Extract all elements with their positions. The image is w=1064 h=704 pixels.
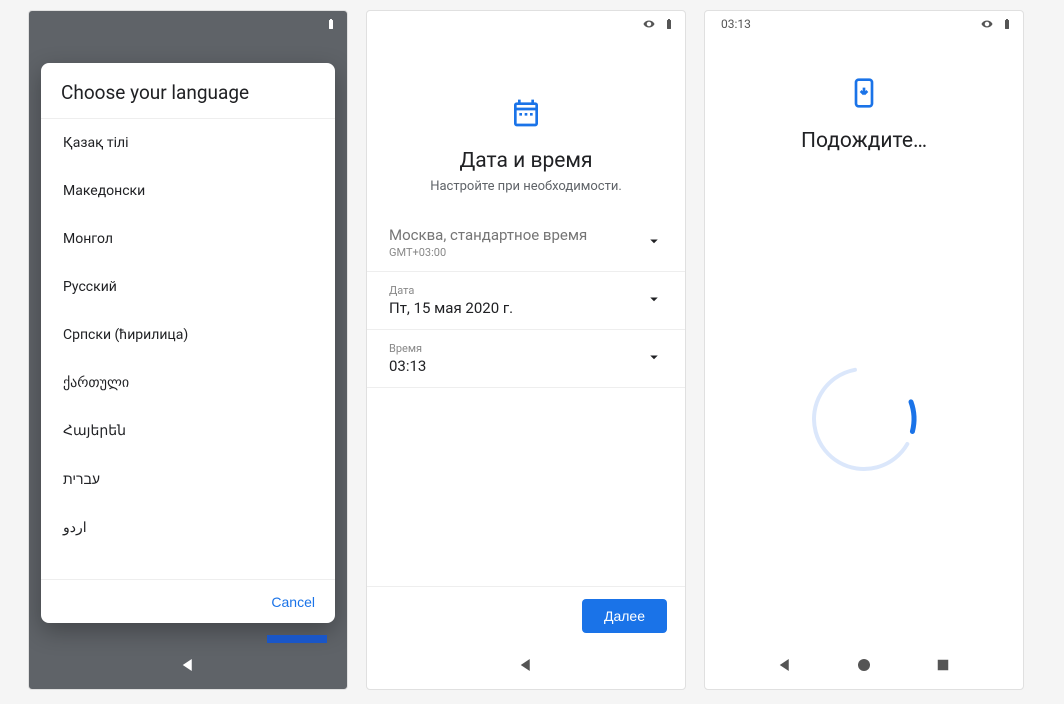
language-item[interactable]: Հայերեն (41, 407, 335, 455)
timezone-row[interactable]: Москва, стандартное время GMT+03:00 (367, 214, 685, 272)
back-icon[interactable] (776, 656, 794, 678)
cancel-button[interactable]: Cancel (271, 594, 315, 610)
time-label: Время (389, 342, 426, 355)
language-item[interactable]: Қазақ тілі (41, 119, 335, 167)
language-item[interactable]: Македонски (41, 167, 335, 215)
footer-bar: Далее (367, 586, 685, 645)
eye-icon (643, 15, 655, 34)
chevron-down-icon (645, 290, 663, 312)
page-title: Подождите… (725, 129, 1003, 153)
next-button[interactable]: Далее (582, 599, 667, 633)
heading-block: Дата и время Настройте при необходимости… (367, 37, 685, 204)
heading-block: Подождите… (705, 37, 1023, 169)
download-icon (725, 37, 1003, 129)
statusbar (367, 11, 685, 37)
modal-footer: Cancel (41, 579, 335, 623)
language-item[interactable]: ქართული (41, 359, 335, 407)
page-subtitle: Настройте при необходимости. (387, 179, 665, 194)
language-item[interactable]: Монгол (41, 215, 335, 263)
back-icon[interactable] (179, 656, 197, 678)
timezone-value: Москва, стандартное время (389, 226, 587, 244)
screen-language-chooser: Choose your language Қазақ тілі Македонс… (28, 10, 348, 690)
date-value: Пт, 15 мая 2020 г. (389, 299, 513, 317)
chevron-down-icon (645, 348, 663, 370)
navbar (705, 645, 1023, 689)
modal-title: Choose your language (41, 63, 335, 119)
language-item[interactable]: Српски (ћирилица) (41, 311, 335, 359)
date-row[interactable]: Дата Пт, 15 мая 2020 г. (367, 272, 685, 330)
statusbar (29, 11, 347, 37)
navbar (367, 645, 685, 689)
time-row[interactable]: Время 03:13 (367, 330, 685, 388)
screen-date-time: Дата и время Настройте при необходимости… (366, 10, 686, 690)
date-label: Дата (389, 284, 513, 297)
battery-icon (1001, 15, 1013, 34)
screen-waiting: 03:13 Подождите… (704, 10, 1024, 690)
statusbar: 03:13 (705, 11, 1023, 37)
eye-icon (981, 15, 993, 34)
back-icon[interactable] (517, 656, 535, 678)
page-title: Дата и время (387, 149, 665, 173)
language-list[interactable]: Қазақ тілі Македонски Монгол Русский Срп… (41, 119, 335, 579)
recents-icon[interactable] (934, 656, 952, 678)
time-value: 03:13 (389, 357, 426, 375)
language-modal: Choose your language Қазақ тілі Македонс… (41, 63, 335, 623)
language-item[interactable]: اردو (41, 504, 335, 552)
chevron-down-icon (645, 232, 663, 254)
language-item[interactable]: Русский (41, 263, 335, 311)
calendar-icon (387, 57, 665, 149)
language-item[interactable]: עברית (41, 455, 335, 504)
home-icon[interactable] (855, 656, 873, 678)
settings-list: Москва, стандартное время GMT+03:00 Дата… (367, 204, 685, 388)
navbar (29, 645, 347, 689)
battery-icon (325, 15, 337, 34)
loading-spinner (804, 359, 924, 479)
timezone-sub: GMT+03:00 (389, 246, 587, 259)
battery-icon (663, 15, 675, 34)
status-time: 03:13 (721, 17, 751, 31)
accent-bar (267, 635, 327, 643)
